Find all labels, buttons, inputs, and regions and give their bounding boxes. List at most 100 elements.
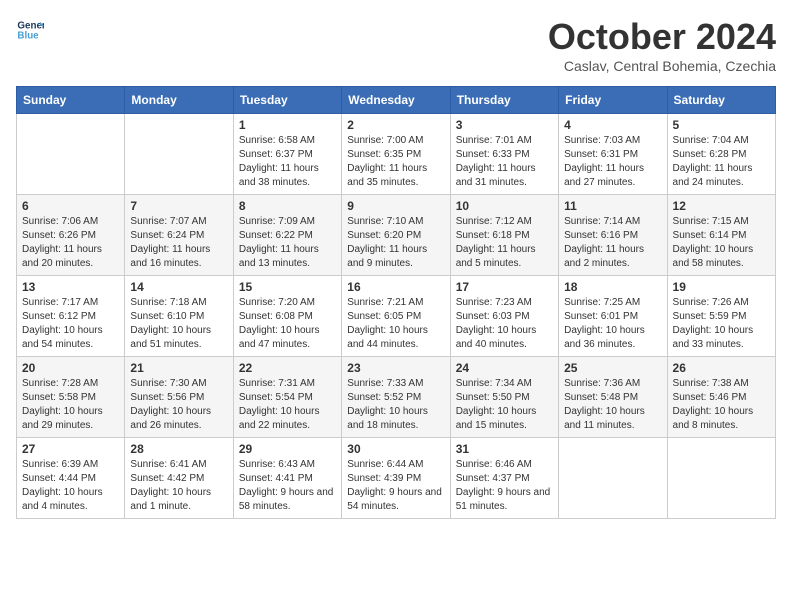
calendar-cell: 3 Sunrise: 7:01 AM Sunset: 6:33 PM Daylig… xyxy=(450,114,558,195)
calendar-cell: 31 Sunrise: 6:46 AM Sunset: 4:37 PM Dayli… xyxy=(450,438,558,519)
logo: General Blue xyxy=(16,16,44,44)
calendar-cell: 26 Sunrise: 7:38 AM Sunset: 5:46 PM Dayli… xyxy=(667,357,775,438)
calendar-cell: 29Sunrise: 6:43 AM Sunset: 4:41 PM Dayli… xyxy=(233,438,341,519)
calendar-cell: 13 Sunrise: 7:17 AM Sunset: 6:12 PM Dayli… xyxy=(17,276,125,357)
day-number: 10 xyxy=(456,199,553,213)
calendar-cell: 20 Sunrise: 7:28 AM Sunset: 5:58 PM Dayli… xyxy=(17,357,125,438)
calendar-cell: 27 Sunrise: 6:39 AM Sunset: 4:44 PM Dayli… xyxy=(17,438,125,519)
day-number: 27 xyxy=(22,442,119,456)
calendar-week-2: 6 Sunrise: 7:06 AM Sunset: 6:26 PM Daylig… xyxy=(17,195,776,276)
day-info: Sunrise: 6:41 AM Sunset: 4:42 PM Dayligh… xyxy=(130,458,227,514)
calendar-cell: 8Sunrise: 7:09 AM Sunset: 6:22 PM Daylig… xyxy=(233,195,341,276)
day-info: Sunrise: 7:20 AM Sunset: 6:08 PM Dayligh… xyxy=(239,296,336,352)
day-number: 15 xyxy=(239,280,336,294)
calendar-cell: 22 Sunrise: 7:31 AM Sunset: 5:54 PM Dayli… xyxy=(233,357,341,438)
calendar-cell: 2 Sunrise: 7:00 AM Sunset: 6:35 PM Daylig… xyxy=(342,114,450,195)
calendar-cell xyxy=(17,114,125,195)
day-number: 9 xyxy=(347,199,444,213)
day-number: 25 xyxy=(564,361,661,375)
svg-text:Blue: Blue xyxy=(17,30,39,41)
day-number: 24 xyxy=(456,361,553,375)
day-number: 18 xyxy=(564,280,661,294)
header-saturday: Saturday xyxy=(667,87,775,114)
calendar-cell: 25 Sunrise: 7:36 AM Sunset: 5:48 PM Dayli… xyxy=(559,357,667,438)
header-friday: Friday xyxy=(559,87,667,114)
day-info: Sunrise: 6:43 AM Sunset: 4:41 PM Dayligh… xyxy=(239,458,336,514)
calendar-cell: 24Sunrise: 7:34 AM Sunset: 5:50 PM Dayli… xyxy=(450,357,558,438)
day-info: Sunrise: 6:58 AM Sunset: 6:37 PM Dayligh… xyxy=(239,134,336,190)
day-number: 26 xyxy=(673,361,770,375)
day-number: 22 xyxy=(239,361,336,375)
day-number: 11 xyxy=(564,199,661,213)
day-number: 30 xyxy=(347,442,444,456)
calendar-cell xyxy=(667,438,775,519)
calendar-cell: 12 Sunrise: 7:15 AM Sunset: 6:14 PM Dayli… xyxy=(667,195,775,276)
day-number: 7 xyxy=(130,199,227,213)
calendar-cell: 5 Sunrise: 7:04 AM Sunset: 6:28 PM Daylig… xyxy=(667,114,775,195)
header-tuesday: Tuesday xyxy=(233,87,341,114)
day-number: 1 xyxy=(239,118,336,132)
day-number: 12 xyxy=(673,199,770,213)
logo-icon: General Blue xyxy=(16,16,44,44)
calendar-cell: 21Sunrise: 7:30 AM Sunset: 5:56 PM Dayli… xyxy=(125,357,233,438)
day-info: Sunrise: 7:15 AM Sunset: 6:14 PM Dayligh… xyxy=(673,215,770,271)
day-info: Sunrise: 6:39 AM Sunset: 4:44 PM Dayligh… xyxy=(22,458,119,514)
calendar-table: Sunday Monday Tuesday Wednesday Thursday… xyxy=(16,86,776,519)
day-info: Sunrise: 7:06 AM Sunset: 6:26 PM Dayligh… xyxy=(22,215,119,271)
calendar-cell xyxy=(125,114,233,195)
day-info: Sunrise: 7:26 AM Sunset: 5:59 PM Dayligh… xyxy=(673,296,770,352)
calendar-cell: 30 Sunrise: 6:44 AM Sunset: 4:39 PM Dayli… xyxy=(342,438,450,519)
day-number: 3 xyxy=(456,118,553,132)
calendar-cell: 28 Sunrise: 6:41 AM Sunset: 4:42 PM Dayli… xyxy=(125,438,233,519)
calendar-week-5: 27 Sunrise: 6:39 AM Sunset: 4:44 PM Dayli… xyxy=(17,438,776,519)
day-info: Sunrise: 7:07 AM Sunset: 6:24 PM Dayligh… xyxy=(130,215,227,271)
day-info: Sunrise: 7:01 AM Sunset: 6:33 PM Dayligh… xyxy=(456,134,553,190)
day-info: Sunrise: 7:04 AM Sunset: 6:28 PM Dayligh… xyxy=(673,134,770,190)
calendar-header-row: Sunday Monday Tuesday Wednesday Thursday… xyxy=(17,87,776,114)
page-header: General Blue October 2024 Caslav, Centra… xyxy=(16,16,776,74)
day-info: Sunrise: 7:28 AM Sunset: 5:58 PM Dayligh… xyxy=(22,377,119,433)
header-monday: Monday xyxy=(125,87,233,114)
calendar-week-1: 1 Sunrise: 6:58 AM Sunset: 6:37 PM Daylig… xyxy=(17,114,776,195)
day-number: 20 xyxy=(22,361,119,375)
day-info: Sunrise: 7:25 AM Sunset: 6:01 PM Dayligh… xyxy=(564,296,661,352)
calendar-cell: 7 Sunrise: 7:07 AM Sunset: 6:24 PM Daylig… xyxy=(125,195,233,276)
day-number: 13 xyxy=(22,280,119,294)
day-number: 19 xyxy=(673,280,770,294)
day-number: 14 xyxy=(130,280,227,294)
calendar-cell: 11Sunrise: 7:14 AM Sunset: 6:16 PM Dayli… xyxy=(559,195,667,276)
day-number: 6 xyxy=(22,199,119,213)
location-subtitle: Caslav, Central Bohemia, Czechia xyxy=(548,58,776,74)
calendar-cell: 19 Sunrise: 7:26 AM Sunset: 5:59 PM Dayli… xyxy=(667,276,775,357)
day-info: Sunrise: 7:36 AM Sunset: 5:48 PM Dayligh… xyxy=(564,377,661,433)
day-info: Sunrise: 7:17 AM Sunset: 6:12 PM Dayligh… xyxy=(22,296,119,352)
header-thursday: Thursday xyxy=(450,87,558,114)
day-info: Sunrise: 7:10 AM Sunset: 6:20 PM Dayligh… xyxy=(347,215,444,271)
month-title: October 2024 xyxy=(548,16,776,58)
calendar-cell: 1 Sunrise: 6:58 AM Sunset: 6:37 PM Daylig… xyxy=(233,114,341,195)
calendar-cell xyxy=(559,438,667,519)
header-wednesday: Wednesday xyxy=(342,87,450,114)
day-info: Sunrise: 6:44 AM Sunset: 4:39 PM Dayligh… xyxy=(347,458,444,514)
day-number: 2 xyxy=(347,118,444,132)
calendar-cell: 9 Sunrise: 7:10 AM Sunset: 6:20 PM Daylig… xyxy=(342,195,450,276)
calendar-cell: 17Sunrise: 7:23 AM Sunset: 6:03 PM Dayli… xyxy=(450,276,558,357)
day-info: Sunrise: 7:12 AM Sunset: 6:18 PM Dayligh… xyxy=(456,215,553,271)
calendar-cell: 16Sunrise: 7:21 AM Sunset: 6:05 PM Dayli… xyxy=(342,276,450,357)
day-info: Sunrise: 7:00 AM Sunset: 6:35 PM Dayligh… xyxy=(347,134,444,190)
calendar-cell: 23Sunrise: 7:33 AM Sunset: 5:52 PM Dayli… xyxy=(342,357,450,438)
day-number: 4 xyxy=(564,118,661,132)
day-info: Sunrise: 7:38 AM Sunset: 5:46 PM Dayligh… xyxy=(673,377,770,433)
calendar-cell: 10 Sunrise: 7:12 AM Sunset: 6:18 PM Dayli… xyxy=(450,195,558,276)
day-info: Sunrise: 7:03 AM Sunset: 6:31 PM Dayligh… xyxy=(564,134,661,190)
day-info: Sunrise: 7:18 AM Sunset: 6:10 PM Dayligh… xyxy=(130,296,227,352)
header-sunday: Sunday xyxy=(17,87,125,114)
day-number: 28 xyxy=(130,442,227,456)
day-info: Sunrise: 7:30 AM Sunset: 5:56 PM Dayligh… xyxy=(130,377,227,433)
day-info: Sunrise: 6:46 AM Sunset: 4:37 PM Dayligh… xyxy=(456,458,553,514)
calendar-cell: 15 Sunrise: 7:20 AM Sunset: 6:08 PM Dayli… xyxy=(233,276,341,357)
title-section: October 2024 Caslav, Central Bohemia, Cz… xyxy=(548,16,776,74)
day-info: Sunrise: 7:31 AM Sunset: 5:54 PM Dayligh… xyxy=(239,377,336,433)
day-number: 5 xyxy=(673,118,770,132)
day-number: 31 xyxy=(456,442,553,456)
